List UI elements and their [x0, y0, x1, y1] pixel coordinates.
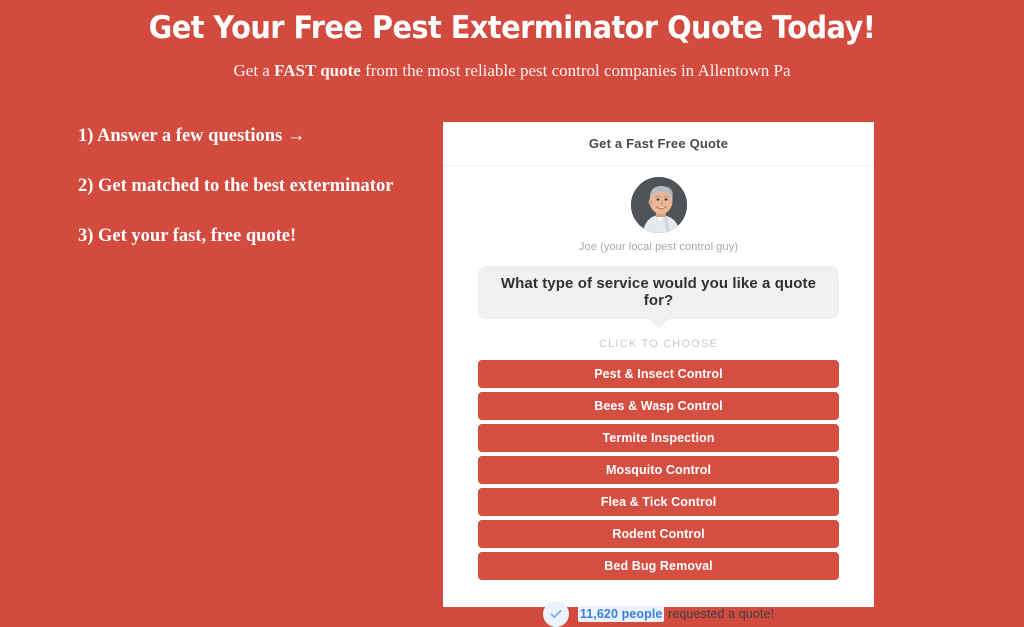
option-button-termite-inspection[interactable]: Termite Inspection	[478, 424, 839, 452]
landing-page: Get Your Free Pest Exterminator Quote To…	[0, 0, 1024, 627]
steps-list: 1) Answer a few questions → 2) Get match…	[78, 124, 428, 274]
subtitle-emphasis: FAST quote	[274, 61, 361, 80]
question-text: What type of service would you like a qu…	[478, 266, 839, 319]
question-bubble-container: What type of service would you like a qu…	[478, 266, 839, 328]
social-proof-footer: 11,620 people requested a quote!	[443, 584, 874, 627]
hero-section: Get Your Free Pest Exterminator Quote To…	[0, 0, 1024, 82]
step-item-3: 3) Get your fast, free quote!	[78, 226, 297, 246]
widget-header-title: Get a Fast Free Quote	[443, 122, 874, 166]
option-button-rodent-control[interactable]: Rodent Control	[478, 520, 839, 548]
subtitle-before: Get a	[233, 61, 275, 80]
checkmark-icon	[550, 610, 562, 619]
bubble-tail-icon	[646, 318, 671, 328]
step-item-2: 2) Get matched to the best exterminator	[78, 176, 394, 196]
page-title: Get Your Free Pest Exterminator Quote To…	[148, 10, 876, 46]
request-count: 11,620 people	[577, 606, 665, 622]
subtitle-after: from the most reliable pest control comp…	[360, 61, 791, 80]
avatar-caption: Joe (your local pest control guy)	[578, 241, 739, 253]
avatar-container: Joe (your local pest control guy)	[443, 166, 874, 253]
option-button-bees-wasp-control[interactable]: Bees & Wasp Control	[478, 392, 839, 420]
option-button-flea-tick-control[interactable]: Flea & Tick Control	[478, 488, 839, 516]
check-circle-icon	[542, 601, 569, 627]
request-suffix: requested a quote!	[664, 607, 775, 621]
option-button-mosquito-control[interactable]: Mosquito Control	[478, 456, 839, 484]
option-button-pest-insect-control[interactable]: Pest & Insect Control	[478, 360, 839, 388]
hero-subtitle: Get a FAST quote from the most reliable …	[0, 48, 1024, 82]
avatar-photo-icon	[630, 177, 687, 233]
social-proof-text: 11,620 people requested a quote!	[577, 606, 775, 622]
avatar	[630, 177, 687, 233]
quote-widget: Get a Fast Free Quote Joe (your local pe…	[443, 122, 874, 627]
options-list: Pest & Insect Control Bees & Wasp Contro…	[443, 360, 874, 580]
option-button-bed-bug-removal[interactable]: Bed Bug Removal	[478, 552, 839, 580]
step-item-1: 1) Answer a few questions →	[78, 126, 306, 146]
